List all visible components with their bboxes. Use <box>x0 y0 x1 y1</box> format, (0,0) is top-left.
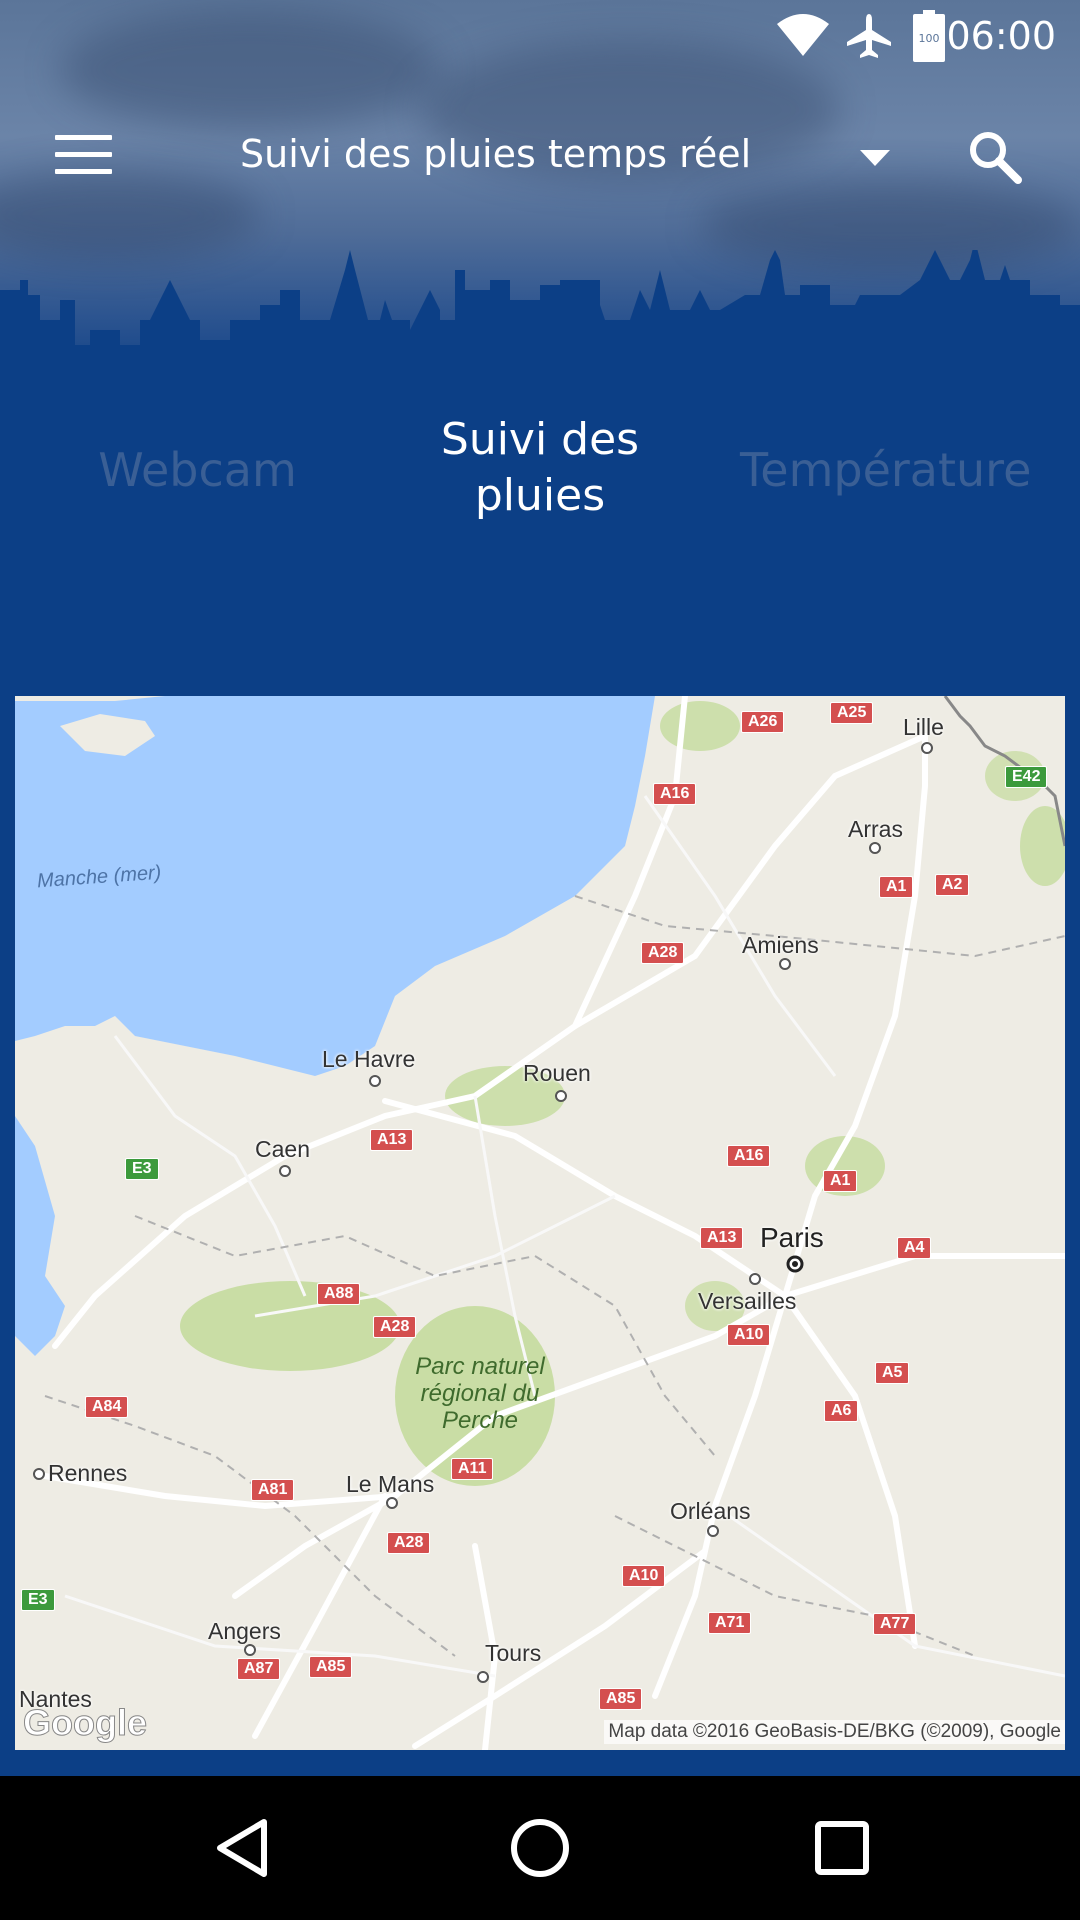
road-badge: A2 <box>935 874 970 896</box>
road-badge: A81 <box>251 1479 295 1501</box>
rain-map[interactable]: Manche (mer) Lille Arras Amiens Le Havre… <box>15 696 1065 1750</box>
status-bar: 100 06:00 <box>0 0 1080 75</box>
city-label-rennes: Rennes <box>48 1460 128 1486</box>
park-label: Parc naturel régional du Perche <box>415 1353 545 1434</box>
road-badge: E3 <box>125 1158 159 1180</box>
road-badge: A28 <box>387 1532 431 1554</box>
city-label-le-havre: Le Havre <box>322 1046 416 1072</box>
road-badge: A88 <box>317 1283 361 1305</box>
city-label-tours: Tours <box>485 1640 542 1666</box>
tab-bar: Webcam Suivi des pluies Température <box>0 405 1080 545</box>
road-badge: A28 <box>373 1316 417 1338</box>
road-badge: A85 <box>309 1656 353 1678</box>
tab-webcam[interactable]: Webcam <box>60 443 335 497</box>
tab-temperature[interactable]: Température <box>740 443 1031 497</box>
airplane-mode-icon <box>847 14 891 58</box>
city-label-paris: Paris <box>760 1222 824 1253</box>
road-badge: E3 <box>21 1589 55 1611</box>
road-badge: A13 <box>370 1129 414 1151</box>
page-title: Suivi des pluies temps réel <box>240 132 752 176</box>
road-badge: A71 <box>708 1612 752 1634</box>
tab-suivi-des-pluies[interactable]: Suivi des pluies <box>390 412 690 524</box>
road-badge: A84 <box>85 1396 129 1418</box>
road-badge: A26 <box>741 711 785 733</box>
map-attribution[interactable]: Map data ©2016 GeoBasis-DE/BKG (©2009), … <box>604 1720 1065 1744</box>
road-badge: A5 <box>875 1362 910 1384</box>
road-badge: A77 <box>873 1613 917 1635</box>
hamburger-menu-icon[interactable] <box>55 135 112 175</box>
navigation-bar <box>0 1776 1080 1920</box>
wifi-icon <box>777 14 829 56</box>
road-badge: A6 <box>824 1400 859 1422</box>
city-skyline-silhouette <box>0 250 1080 390</box>
google-logo[interactable]: Google <box>23 1702 148 1744</box>
city-label-rouen: Rouen <box>523 1060 591 1086</box>
search-icon[interactable] <box>968 130 1022 184</box>
road-badge: A87 <box>237 1658 281 1680</box>
road-badge: A10 <box>727 1324 771 1346</box>
road-badge: A28 <box>641 942 685 964</box>
battery-icon: 100 <box>913 10 945 62</box>
city-label-arras: Arras <box>848 816 903 842</box>
dropdown-arrow-icon[interactable] <box>860 150 890 166</box>
road-badge: A16 <box>653 783 697 805</box>
road-badge: E42 <box>1005 766 1048 788</box>
city-label-le-mans: Le Mans <box>346 1471 435 1497</box>
city-label-versailles: Versailles <box>698 1288 797 1314</box>
road-badge: A13 <box>700 1227 744 1249</box>
battery-level: 100 <box>919 32 940 45</box>
city-label-lille: Lille <box>903 714 944 740</box>
road-badge: A11 <box>451 1458 494 1480</box>
road-badge: A25 <box>830 702 874 724</box>
city-label-amiens: Amiens <box>742 932 819 958</box>
recents-icon[interactable] <box>812 1816 872 1880</box>
road-badge: A16 <box>727 1145 771 1167</box>
road-badge: A1 <box>823 1170 858 1192</box>
back-icon[interactable] <box>212 1816 272 1880</box>
clock-time: 06:00 <box>946 14 1056 58</box>
road-badge: A1 <box>879 876 914 898</box>
city-label-angers: Angers <box>208 1618 281 1644</box>
road-badge: A4 <box>897 1237 932 1259</box>
city-label-caen: Caen <box>255 1136 310 1162</box>
map-base-layer <box>15 696 1065 1750</box>
road-badge: A85 <box>599 1688 643 1710</box>
city-label-orleans: Orléans <box>670 1498 751 1524</box>
home-icon[interactable] <box>508 1816 572 1880</box>
road-badge: A10 <box>622 1565 666 1587</box>
